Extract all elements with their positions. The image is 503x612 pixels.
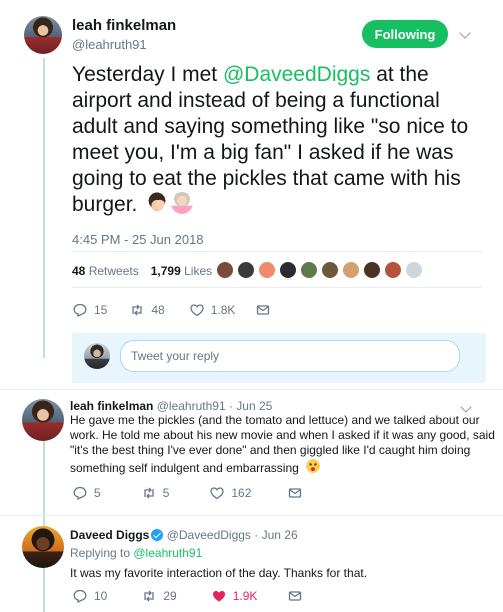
like-count: 162 <box>231 486 252 500</box>
retweet-button[interactable]: 5 <box>141 485 170 501</box>
engagement-stats: 48 Retweets 1,799 Likes <box>72 264 212 278</box>
envelope-icon <box>255 302 271 318</box>
reply-text-line-last: something self indulgent and embarrassin… <box>70 458 495 476</box>
verified-badge-icon <box>151 529 164 541</box>
likes-stat[interactable]: 1,799 Likes <box>151 264 212 278</box>
reply-icon <box>72 302 88 318</box>
liker-avatar[interactable] <box>321 261 339 279</box>
reply-button[interactable]: 10 <box>72 588 107 604</box>
direct-message-button[interactable] <box>255 302 277 318</box>
liker-avatar[interactable] <box>216 261 234 279</box>
replying-to-link[interactable]: @leahruth91 <box>133 546 202 560</box>
divider <box>72 251 482 252</box>
chevron-down-icon[interactable] <box>460 401 472 413</box>
like-count: 1.8K <box>210 303 236 317</box>
heart-icon <box>189 302 205 318</box>
divider <box>0 515 503 516</box>
retweet-icon <box>129 302 145 318</box>
reply-text: It was my favorite interaction of the da… <box>70 566 367 581</box>
reply-text: He gave me the pickles (and the tomato a… <box>70 413 495 476</box>
divider <box>0 389 503 390</box>
woman-emoji-icon <box>171 192 194 214</box>
reply-author-name[interactable]: leah finkelman <box>70 399 153 413</box>
retweets-stat-count: 48 <box>72 264 86 278</box>
reply-button[interactable]: 15 <box>72 302 107 318</box>
liker-avatar[interactable] <box>258 261 276 279</box>
reply-icon <box>72 485 88 501</box>
mention-link[interactable]: @DaveedDiggs <box>223 63 370 86</box>
retweet-count: 29 <box>163 589 177 603</box>
liker-avatars[interactable] <box>216 261 426 279</box>
envelope-icon <box>287 588 303 604</box>
current-user-avatar <box>84 343 110 369</box>
author-handle[interactable]: @leahruth91 <box>72 37 147 52</box>
envelope-icon <box>287 485 303 501</box>
tweet-timestamp[interactable]: 4:45 PM - 25 Jun 2018 <box>72 232 204 247</box>
direct-message-button[interactable] <box>287 485 309 501</box>
retweet-icon <box>141 485 157 501</box>
reply-header: leah finkelman @leahruth91 · Jun 25 <box>70 399 272 413</box>
like-button[interactable]: 1.9K <box>211 588 258 604</box>
like-button[interactable]: 1.8K <box>189 302 236 318</box>
reply-button[interactable]: 5 <box>72 485 101 501</box>
retweet-count: 5 <box>162 486 170 500</box>
reply-text-line: "it's the best thing I've ever done" and… <box>70 443 471 457</box>
tweet-text: Yesterday I met @DaveedDiggs at the airp… <box>72 62 482 218</box>
retweets-stat-label: Retweets <box>88 264 139 278</box>
grimace-emoji-icon <box>305 458 322 474</box>
heart-filled-icon <box>211 588 227 604</box>
avatar[interactable] <box>24 16 62 54</box>
reply-text-line: It was my favorite interaction of the da… <box>70 566 368 580</box>
tweet-actions: 15 48 1.8K <box>72 302 301 318</box>
liker-avatar[interactable] <box>300 261 318 279</box>
thread-line-top <box>43 58 45 358</box>
reply-count: 10 <box>94 589 108 603</box>
reply-icon <box>72 588 88 604</box>
facepalm-emoji-icon <box>146 192 169 214</box>
retweet-count: 48 <box>151 303 165 317</box>
tweet-text-before: Yesterday I met <box>72 63 223 86</box>
reply-actions: 10 29 1.9K <box>72 588 333 604</box>
replying-to-prefix: Replying to <box>70 546 134 560</box>
reply-text-line: work. He told me about his new movie and… <box>70 428 495 442</box>
like-button[interactable]: 162 <box>209 485 251 501</box>
reply-header: Daveed Diggs @DaveedDiggs · Jun 26 <box>70 528 298 542</box>
liker-avatar[interactable] <box>342 261 360 279</box>
retweet-button[interactable]: 48 <box>129 302 165 318</box>
reply-author-name[interactable]: Daveed Diggs <box>70 528 149 542</box>
reply-text-line: He gave me the pickles (and the tomato a… <box>70 413 480 427</box>
direct-message-button[interactable] <box>287 588 309 604</box>
divider <box>72 287 482 288</box>
reply-author-handle-date[interactable]: @leahruth91 · Jun 25 <box>157 399 273 413</box>
reply-input[interactable]: Tweet your reply <box>120 340 460 372</box>
author-name[interactable]: leah finkelman <box>72 17 176 34</box>
liker-avatar[interactable] <box>237 261 255 279</box>
avatar[interactable] <box>22 399 64 441</box>
reply-count: 5 <box>94 486 101 500</box>
liker-avatar[interactable] <box>405 261 423 279</box>
avatar[interactable] <box>22 526 64 568</box>
liker-avatar[interactable] <box>279 261 297 279</box>
liker-avatar[interactable] <box>384 261 402 279</box>
retweet-icon <box>141 588 157 604</box>
reply-author-handle-date[interactable]: @DaveedDiggs · Jun 26 <box>167 528 298 542</box>
chevron-down-icon[interactable] <box>459 27 471 39</box>
reply-count: 15 <box>94 303 108 317</box>
replying-to: Replying to @leahruth91 <box>70 546 202 560</box>
following-button[interactable]: Following <box>362 20 448 48</box>
like-count: 1.9K <box>232 589 258 603</box>
retweet-button[interactable]: 29 <box>141 588 177 604</box>
heart-icon <box>209 485 225 501</box>
reply-text-line: something self indulgent and embarrassin… <box>70 461 299 475</box>
likes-stat-count: 1,799 <box>150 264 181 278</box>
liker-avatar[interactable] <box>363 261 381 279</box>
likes-stat-label: Likes <box>184 264 213 278</box>
reply-actions: 5 5 162 <box>72 485 333 501</box>
retweets-stat[interactable]: 48 Retweets <box>72 264 139 278</box>
